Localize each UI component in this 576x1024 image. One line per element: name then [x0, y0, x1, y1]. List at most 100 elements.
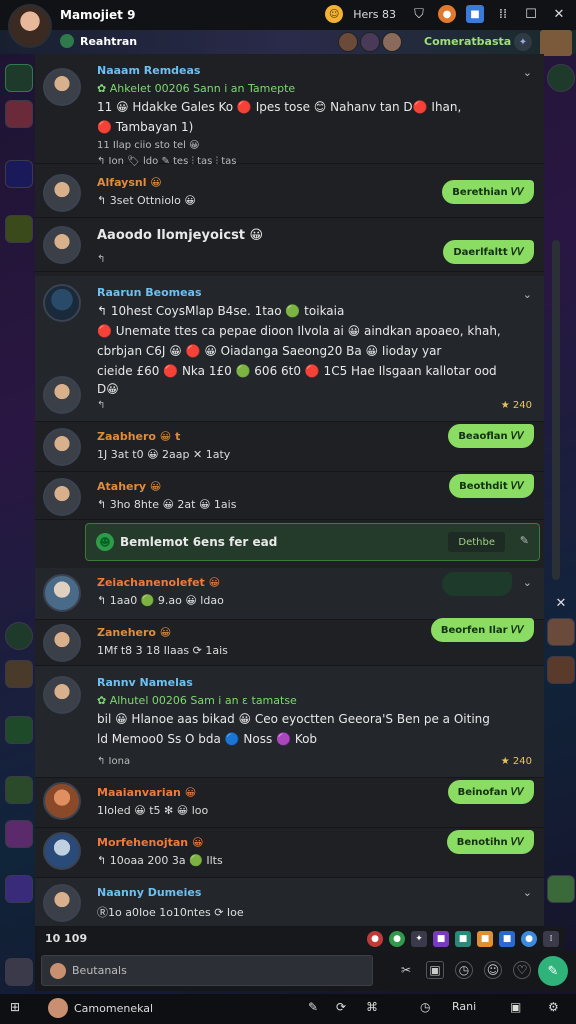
message-author[interactable]: Morfehenojtan 😀: [97, 836, 203, 849]
star-icon[interactable]: ✦: [411, 931, 427, 947]
rail-server-icon[interactable]: [5, 776, 33, 804]
rail-server-icon[interactable]: [5, 660, 33, 688]
green-icon[interactable]: ●: [389, 931, 405, 947]
chat-icon[interactable]: ●: [521, 931, 537, 947]
purple-icon[interactable]: ■: [433, 931, 449, 947]
profile-avatar[interactable]: [8, 4, 52, 48]
rail-avatar[interactable]: [547, 875, 575, 903]
teal-icon[interactable]: ■: [455, 931, 471, 947]
message-actions[interactable]: ↰: [97, 254, 105, 265]
headset-icon[interactable]: ⟳: [336, 1000, 346, 1014]
message-author[interactable]: Naaam Remdeas: [97, 64, 200, 77]
message-item[interactable]: Atahery 😀 ↰ 3ho 8hte 😀 2at 😀 1ais Beothd…: [35, 472, 544, 520]
reaction-bubble[interactable]: Beothdit 𝑉𝑉: [449, 474, 534, 498]
message-actions[interactable]: ↰ Iona: [97, 756, 130, 767]
message-item[interactable]: Aaoodo Ilomjeyoicst 😀 ↰ Daerlfaltt 𝑉𝑉: [35, 218, 544, 272]
avatar[interactable]: [43, 782, 81, 820]
avatar[interactable]: [48, 998, 68, 1018]
rail-user-icon[interactable]: [5, 958, 33, 986]
avatar[interactable]: [43, 676, 81, 714]
message-item[interactable]: Alfaysnl 😀 ↰ 3set Ottniolo 😀 Berethian 𝑉…: [35, 168, 544, 218]
message-author[interactable]: Zaabhero 😀 t: [97, 430, 180, 443]
orange-icon[interactable]: ■: [477, 931, 493, 947]
message-author[interactable]: Naanny Dumeies: [97, 886, 201, 899]
shield-icon[interactable]: ⛉: [410, 5, 428, 23]
rail-server-icon[interactable]: [5, 875, 33, 903]
rail-server-icon[interactable]: [5, 820, 33, 848]
avatar[interactable]: [43, 226, 81, 264]
reaction-bubble[interactable]: Beorfen Ilar 𝑉𝑉: [430, 618, 534, 642]
red-icon[interactable]: ●: [367, 931, 383, 947]
chevron-down-icon[interactable]: ⌄: [523, 288, 532, 301]
reaction-bubble[interactable]: Beinofan 𝑉𝑉: [447, 780, 534, 804]
message-author[interactable]: Zeiachanenolefet 😀: [97, 576, 220, 589]
reaction-bubble[interactable]: Berethian 𝑉𝑉: [442, 180, 534, 204]
rail-avatar[interactable]: [547, 656, 575, 684]
message-author[interactable]: Rannv Namelas: [97, 676, 193, 689]
orange-app-icon[interactable]: ●: [438, 5, 456, 23]
blue-app-icon[interactable]: ■: [466, 5, 484, 23]
message-author[interactable]: Atahery 😀: [97, 480, 161, 493]
message-author[interactable]: Zanehero 😀: [97, 626, 171, 639]
avatar[interactable]: [43, 574, 81, 612]
message-item[interactable]: Rannv Namelas ✿ Alhutel 00206 Sam i an ε…: [35, 666, 544, 778]
message-author[interactable]: Raarun Beomeas: [97, 286, 202, 299]
rail-avatar[interactable]: [547, 618, 575, 646]
rail-server-icon[interactable]: [5, 716, 33, 744]
avatar[interactable]: [43, 174, 81, 212]
emoji-icon[interactable]: ☺: [325, 5, 344, 23]
avatar[interactable]: [43, 68, 81, 106]
pencil-icon[interactable]: ✎: [520, 534, 529, 547]
rail-home-icon[interactable]: [5, 64, 33, 92]
avatar[interactable]: [43, 884, 81, 922]
clock-icon[interactable]: ◷: [420, 1000, 430, 1014]
chat-scrollbar[interactable]: [552, 240, 560, 580]
message-actions[interactable]: ↰: [97, 400, 105, 411]
blue-icon[interactable]: ■: [499, 931, 515, 947]
star-count[interactable]: ★ 240: [501, 756, 532, 767]
message-author[interactable]: Maaianvarian 😀: [97, 786, 196, 799]
message-item[interactable]: Maaianvarian 😀 1Ioled 😀 t5 ✻ 😀 loo Beino…: [35, 778, 544, 828]
message-item[interactable]: Zaabhero 😀 t 1J 3at t0 😀 2aap ✕ 1aty Bea…: [35, 422, 544, 472]
message-item[interactable]: Zanehero 😀 1Mf t8 3 18 Ilaas ⟳ 1ais Beor…: [35, 618, 544, 666]
rail-phone-icon[interactable]: [5, 622, 33, 650]
send-button[interactable]: ✎: [538, 956, 568, 986]
settings-icon[interactable]: ⊞: [10, 1000, 20, 1014]
channel-tab[interactable]: Reahtran: [60, 34, 137, 48]
avatar[interactable]: [43, 624, 81, 662]
window-icon[interactable]: ▣: [510, 1000, 521, 1014]
message-item[interactable]: Morfehenojtan 😀 ↰ 10oaa 200 3a 🟢 Ilts Be…: [35, 828, 544, 878]
reaction-bubble[interactable]: Benotihn 𝑉𝑉: [446, 830, 534, 854]
close-icon[interactable]: ✕: [550, 5, 568, 23]
reaction-bubble[interactable]: Beaoflan 𝑉𝑉: [448, 424, 534, 448]
rail-server-icon[interactable]: [5, 215, 33, 243]
avatar[interactable]: [43, 284, 81, 322]
avatar[interactable]: [43, 428, 81, 466]
grid-icon[interactable]: ⁞⁞: [494, 5, 512, 23]
chevron-down-icon[interactable]: ⌄: [523, 886, 532, 899]
scissors-icon[interactable]: ✂: [397, 961, 415, 979]
grid-icon[interactable]: ⁞: [543, 931, 559, 947]
sticker-icon[interactable]: ♡: [513, 961, 531, 979]
avatar[interactable]: [43, 478, 81, 516]
avatar[interactable]: [43, 376, 81, 414]
system-button[interactable]: Dethbe: [448, 532, 505, 552]
chevron-down-icon[interactable]: ⌄: [523, 66, 532, 79]
video-icon[interactable]: ⌘: [366, 1000, 378, 1014]
pin-icon[interactable]: ✦: [514, 33, 532, 51]
reaction-bubble[interactable]: Daerlfaltt 𝑉𝑉: [443, 240, 534, 264]
message-item[interactable]: Naaam Remdeas ✿ Ahkelet 00206 Sann i an …: [35, 54, 544, 164]
maximize-icon[interactable]: ☐: [522, 5, 540, 23]
mic-icon[interactable]: ✎: [308, 1000, 318, 1014]
gif-icon[interactable]: ▣: [426, 961, 444, 979]
gear-icon[interactable]: ⚙: [548, 1000, 559, 1014]
message-item[interactable]: Naanny Dumeies Ⓡ1o a0Ioe 1o10ntes ⟳ Ioe …: [35, 878, 544, 927]
message-item[interactable]: Zeiachanenolefet 😀 ↰ 1aa0 🟢 9.ao 😀 ldao …: [35, 568, 544, 620]
message-actions[interactable]: ↰ Ion 🏷 ldo ✎ tes ⫶ tas ⫶ tas: [97, 156, 237, 167]
reaction-bubble[interactable]: [442, 572, 512, 596]
message-input[interactable]: Beutanals: [41, 955, 373, 986]
chevron-down-icon[interactable]: ⌄: [523, 576, 532, 589]
system-banner[interactable]: ☻ Bemlemot 6ens fer ead Dethbe ✎: [85, 523, 540, 561]
rail-server-icon[interactable]: [5, 160, 33, 188]
member-avatars[interactable]: [338, 32, 402, 52]
